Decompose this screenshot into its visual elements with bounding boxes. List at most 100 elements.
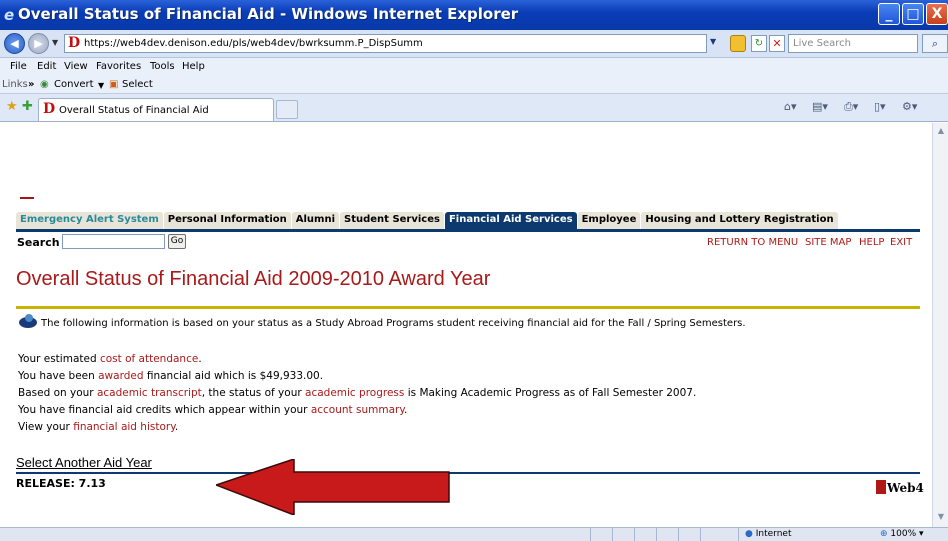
select-button[interactable]: Select — [122, 79, 153, 90]
progress-line-text: Based on your — [18, 387, 97, 399]
web4-logo-text: Web4 — [887, 481, 924, 495]
convert-dropdown-icon[interactable]: ▼ — [98, 81, 104, 90]
title-divider — [16, 306, 920, 309]
account-summary-link[interactable]: account summary — [311, 404, 404, 416]
browser-tab-label: Overall Status of Financial Aid — [59, 105, 209, 116]
tab-alumni[interactable]: Alumni — [291, 212, 340, 229]
site-map-link[interactable]: SITE MAP — [805, 237, 851, 248]
menu-help[interactable]: Help — [182, 61, 205, 72]
links-chevron-icon[interactable]: » — [28, 79, 34, 90]
security-zone[interactable]: ● Internet — [745, 529, 791, 539]
tab-personal-information[interactable]: Personal Information — [163, 212, 291, 229]
menu-tools[interactable]: Tools — [150, 61, 175, 72]
page-title: Overall Status of Financial Aid 2009-201… — [16, 268, 491, 290]
window-title: Overall Status of Financial Aid - Window… — [18, 5, 519, 23]
status-divider — [738, 528, 739, 541]
ie-logo-icon: e — [4, 6, 15, 24]
status-bar: ● Internet ⊕ 100% ▾ — [0, 527, 948, 541]
web4-logo-icon — [876, 480, 886, 494]
tab-favicon-icon: D — [43, 101, 56, 117]
scroll-up-icon[interactable]: ▲ — [935, 126, 947, 138]
cost-of-attendance-link[interactable]: cost of attendance — [100, 353, 198, 365]
financial-aid-history-link[interactable]: financial aid history — [73, 421, 175, 433]
status-divider — [612, 528, 613, 541]
menu-view[interactable]: View — [64, 61, 88, 72]
back-button[interactable]: ◀ — [4, 33, 25, 54]
tab-employee[interactable]: Employee — [577, 212, 641, 229]
favorites-star-icon[interactable]: ★ — [6, 99, 18, 114]
globe-icon: ● — [745, 529, 753, 539]
home-icon[interactable]: ⌂▾ — [784, 100, 797, 113]
page-icon[interactable]: ▯▾ — [874, 100, 886, 113]
menu-bar: File Edit View Favorites Tools Help — [0, 58, 948, 76]
page-content: Emergency Alert System Personal Informati… — [6, 123, 932, 527]
history-line-end: . — [174, 421, 179, 433]
academic-transcript-link[interactable]: academic transcript — [97, 387, 202, 399]
cost-line-end: . — [198, 353, 202, 365]
info-icon — [19, 314, 37, 328]
browser-tab-active[interactable]: D Overall Status of Financial Aid — [38, 98, 274, 121]
tab-emergency-alert[interactable]: Emergency Alert System — [16, 212, 163, 229]
credits-line-end: . — [404, 404, 408, 416]
awarded-link[interactable]: awarded — [98, 370, 143, 382]
convert-icon: ◉ — [40, 79, 49, 90]
forward-button[interactable]: ▶ — [28, 33, 49, 54]
lock-icon[interactable] — [730, 35, 746, 52]
awarded-line: You have been awarded financial aid whic… — [18, 370, 323, 382]
new-tab-button[interactable] — [276, 100, 298, 119]
exit-link[interactable]: EXIT — [890, 237, 912, 248]
academic-progress-link[interactable]: academic progress — [305, 387, 404, 399]
maximize-button[interactable]: □ — [902, 3, 924, 25]
decorative-mark — [20, 197, 34, 199]
address-dropdown-icon[interactable]: ▼ — [710, 37, 722, 49]
awarded-line-text: You have been — [18, 370, 99, 382]
tab-student-services[interactable]: Student Services — [340, 212, 444, 229]
search-label: Search — [17, 236, 60, 249]
site-favicon-icon: D — [68, 35, 81, 51]
links-label: Links — [2, 79, 28, 90]
web4-logo: Web4 — [876, 480, 924, 495]
zoom-level[interactable]: ⊕ 100% ▾ — [880, 529, 924, 539]
menu-edit[interactable]: Edit — [37, 61, 56, 72]
status-divider — [590, 528, 591, 541]
scroll-down-icon[interactable]: ▼ — [935, 512, 947, 524]
cost-line: Your estimated cost of attendance. — [18, 353, 202, 365]
convert-button[interactable]: Convert — [54, 79, 94, 90]
help-link[interactable]: HELP — [859, 237, 884, 248]
history-line-text: View your — [18, 421, 74, 433]
release-label: RELEASE: 7.13 — [16, 477, 106, 490]
feeds-icon[interactable]: ▤▾ — [812, 100, 828, 113]
tools-gear-icon[interactable]: ⚙▾ — [902, 100, 917, 113]
refresh-icon[interactable]: ↻ — [751, 35, 767, 52]
live-search-input[interactable]: Live Search — [788, 34, 918, 53]
address-input[interactable]: D https://web4dev.denison.edu/pls/web4de… — [64, 34, 707, 53]
status-divider — [678, 528, 679, 541]
search-input[interactable] — [62, 234, 165, 249]
vertical-scrollbar[interactable]: ▲ ▼ — [932, 123, 948, 527]
footer-divider — [16, 472, 920, 474]
select-another-aid-year-link[interactable]: Select Another Aid Year — [16, 455, 152, 470]
menu-file[interactable]: File — [10, 61, 27, 72]
tab-bar: ★ ✚ D Overall Status of Financial Aid ⌂▾… — [0, 94, 948, 122]
credits-line-text: You have financial aid credits which app… — [18, 404, 311, 416]
zone-label: Internet — [755, 529, 792, 539]
minimize-button[interactable]: _ — [878, 3, 900, 25]
print-icon[interactable]: ⎙▾ — [844, 100, 858, 114]
return-to-menu-link[interactable]: RETURN TO MENU — [707, 237, 798, 248]
search-icon[interactable]: ⌕ — [922, 34, 948, 53]
progress-line: Based on your academic transcript, the s… — [18, 387, 696, 399]
cost-line-text: Your estimated — [18, 353, 100, 365]
status-divider — [656, 528, 657, 541]
tab-financial-aid-services[interactable]: Financial Aid Services — [444, 212, 577, 229]
address-toolbar: ◀ ▶ ▼ D https://web4dev.denison.edu/pls/… — [0, 30, 948, 58]
history-dropdown-icon[interactable]: ▼ — [52, 38, 58, 47]
close-button[interactable]: X — [926, 3, 948, 25]
menu-favorites[interactable]: Favorites — [96, 61, 141, 72]
stop-icon[interactable]: ✕ — [769, 35, 785, 52]
window-titlebar: e Overall Status of Financial Aid - Wind… — [0, 0, 948, 30]
go-button[interactable]: Go — [168, 234, 186, 249]
progress-line-mid: , the status of your — [201, 387, 306, 399]
tab-housing-lottery[interactable]: Housing and Lottery Registration — [641, 212, 838, 229]
select-icon: ▣ — [109, 79, 119, 90]
add-favorites-icon[interactable]: ✚ — [22, 99, 33, 114]
